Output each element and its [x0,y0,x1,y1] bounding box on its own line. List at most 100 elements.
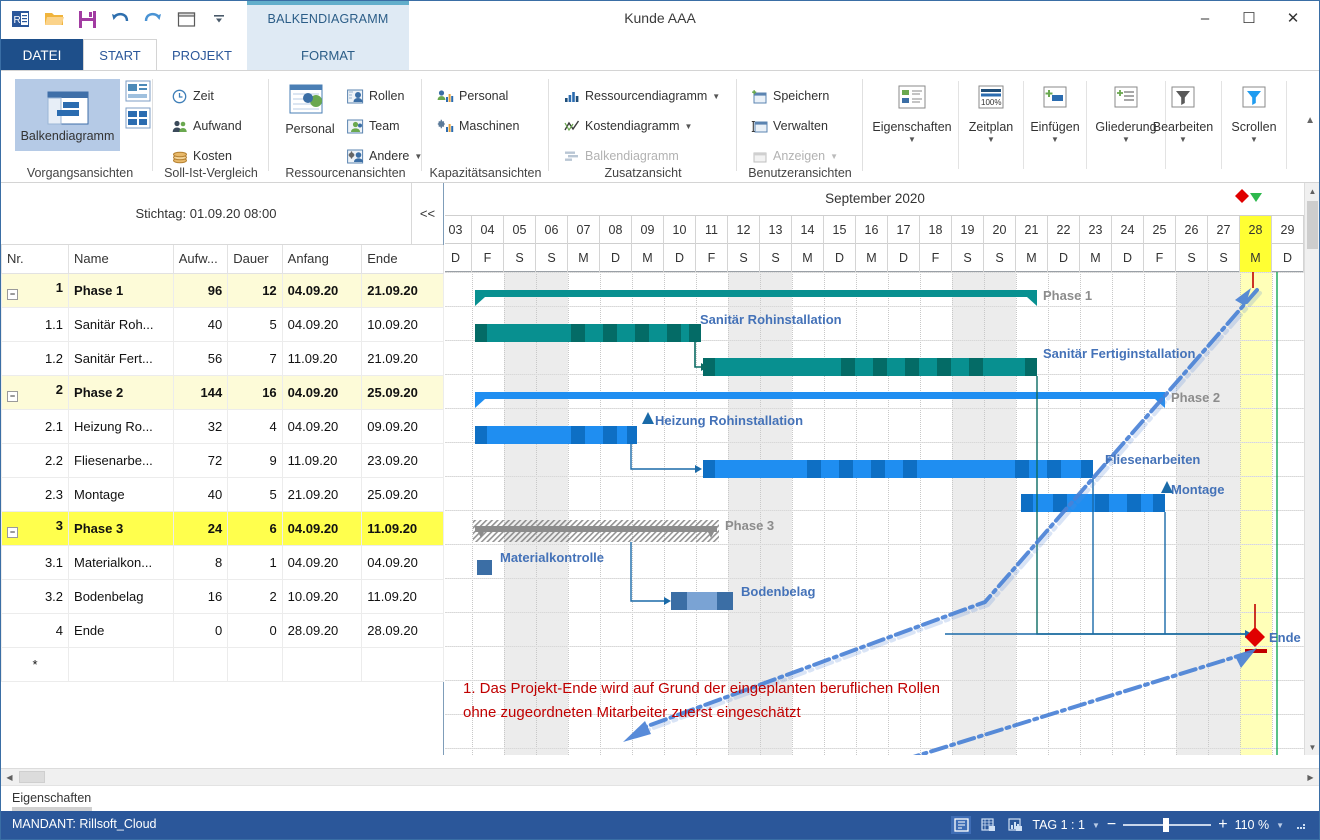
team-button[interactable]: Team [347,115,400,137]
cell-nr[interactable]: −1 [1,272,70,308]
view-preset-1-button[interactable] [125,80,151,105]
cell-anfang[interactable]: 04.09.20 [281,544,363,580]
day-header-cell[interactable]: 12 [728,216,760,244]
cell-aufwand[interactable]: 144 [172,374,229,410]
cell-nr[interactable]: 2.2 [1,442,70,478]
task-bar-materialkontrolle[interactable] [477,560,492,575]
balkendiagramm-button[interactable]: Balkendiagramm [15,79,120,151]
cell-name[interactable]: Bodenbelag [68,578,174,614]
view-mode-table-icon[interactable] [978,816,998,834]
cell-ende[interactable]: 23.09.20 [361,442,444,478]
table-row[interactable]: −2 Phase 2 144 16 04.09.20 25.09.20 [1,374,444,410]
day-header-cell[interactable]: 08 [600,216,632,244]
day-header-cell[interactable]: 27 [1208,216,1240,244]
view-preset-2-button[interactable] [125,107,151,132]
task-bar-fliesenarbeiten[interactable] [703,460,1093,478]
task-bar-heizung-rohinstallation[interactable] [475,426,637,444]
day-header-cell[interactable]: 19 [952,216,984,244]
cell-dauer[interactable] [227,646,283,682]
ressourcendiagramm-button[interactable]: Ressourcendiagramm ▼ [563,85,720,107]
cell-anfang[interactable]: 28.09.20 [281,612,363,648]
table-row[interactable]: 2.3 Montage 40 5 21.09.20 25.09.20 [1,476,444,512]
cell-dauer[interactable]: 0 [227,612,283,648]
horizontal-scroll-thumb[interactable] [19,771,45,783]
day-header-cell[interactable]: 21 [1016,216,1048,244]
zoom-in-button[interactable]: + [1218,816,1227,834]
scroll-right-icon[interactable]: ▶ [1302,769,1319,785]
undo-icon[interactable] [108,7,132,31]
cell-nr[interactable]: * [1,646,70,682]
bearbeiten-button[interactable]: Bearbeiten ▼ [1145,79,1221,144]
cell-aufwand[interactable]: 96 [172,272,229,308]
vertical-scrollbar[interactable]: ▲ ▼ [1304,183,1319,755]
kapazitaet-personal-button[interactable]: Personal [437,85,508,107]
qat-more-icon[interactable] [207,7,231,31]
cell-name[interactable]: Sanitär Roh... [68,306,174,342]
einfuegen-button[interactable]: Einfügen ▼ [1024,79,1086,144]
chevron-down-icon[interactable]: ▼ [1051,135,1059,144]
day-header-cell[interactable]: 03 [445,216,472,244]
cell-aufwand[interactable]: 24 [172,510,229,546]
cell-ende[interactable]: 10.09.20 [361,306,444,342]
cell-nr[interactable]: −3 [1,510,70,546]
cell-aufwand[interactable]: 16 [172,578,229,614]
kostendiagramm-button[interactable]: Kostendiagramm ▼ [563,115,692,137]
cell-dauer[interactable]: 9 [227,442,283,478]
vertical-scroll-thumb[interactable] [1307,201,1318,249]
cell-anfang[interactable]: 04.09.20 [281,272,363,308]
day-header-cell[interactable]: 06 [536,216,568,244]
cell-dauer[interactable]: 5 [227,476,283,512]
day-header-cell[interactable]: 09 [632,216,664,244]
horizontal-scrollbar[interactable]: ◀ ▶ [1,768,1319,785]
cell-name[interactable] [68,646,174,682]
cell-dauer[interactable]: 7 [227,340,283,376]
day-header-cell[interactable]: 10 [664,216,696,244]
column-header-aufwand[interactable]: Aufw... [172,245,229,274]
eigenschaften-button[interactable]: Eigenschaften ▼ [866,79,958,144]
summary-bar-phase-1[interactable] [475,290,1037,306]
day-header-cell[interactable]: 17 [888,216,920,244]
cell-name[interactable]: Phase 3 [68,510,174,546]
table-row[interactable]: 3.2 Bodenbelag 16 2 10.09.20 11.09.20 [1,578,444,614]
cell-anfang[interactable]: 11.09.20 [281,340,363,376]
summary-bar-phase-2[interactable] [475,392,1165,408]
cell-aufwand[interactable]: 56 [172,340,229,376]
tab-format[interactable]: FORMAT [247,39,409,71]
cell-name[interactable]: Heizung Ro... [68,408,174,444]
properties-tab-bar[interactable]: Eigenschaften [1,785,1319,811]
cell-anfang[interactable]: 04.09.20 [281,374,363,410]
tab-datei[interactable]: DATEI [1,39,83,71]
view-mode-chart-icon[interactable] [1005,816,1025,834]
cell-dauer[interactable]: 2 [227,578,283,614]
cell-dauer[interactable]: 4 [227,408,283,444]
cell-dauer[interactable]: 16 [227,374,283,410]
open-icon[interactable] [42,7,66,31]
quick-access-toolbar[interactable]: R [9,7,231,31]
cell-ende[interactable] [361,646,444,682]
cell-anfang[interactable]: 21.09.20 [281,476,363,512]
chevron-down-icon[interactable]: ▼ [1122,135,1130,144]
day-header-cell[interactable]: 04 [472,216,504,244]
cell-nr[interactable]: 1.1 [1,306,70,342]
cell-ende[interactable]: 11.09.20 [361,510,444,546]
chevron-down-icon[interactable]: ▼ [1250,135,1258,144]
table-row[interactable]: 3.1 Materialkon... 8 1 04.09.20 04.09.20 [1,544,444,580]
table-row[interactable]: 4 Ende 0 0 28.09.20 28.09.20 [1,612,444,648]
day-header-cell[interactable]: 16 [856,216,888,244]
zoom-dropdown-icon[interactable]: ▼ [1276,821,1284,830]
zoom-slider-knob[interactable] [1163,818,1170,832]
row-expander-icon[interactable]: − [7,391,18,402]
cell-nr[interactable]: 3.1 [1,544,70,580]
cell-dauer[interactable]: 6 [227,510,283,546]
scroll-up-icon[interactable]: ▲ [1305,183,1319,199]
window-icon[interactable] [174,7,198,31]
table-row[interactable]: −3 Phase 3 24 6 04.09.20 11.09.20 [1,510,444,546]
day-header-cell[interactable]: 05 [504,216,536,244]
table-row[interactable]: 2.1 Heizung Ro... 32 4 04.09.20 09.09.20 [1,408,444,444]
cell-aufwand[interactable]: 0 [172,612,229,648]
cell-ende[interactable]: 25.09.20 [361,374,444,410]
cell-name[interactable]: Sanitär Fert... [68,340,174,376]
gantt-chart-pane[interactable]: September 2020 03 04 05 06 07 08 09 10 11 12 13 14 1… [445,183,1305,755]
tab-projekt[interactable]: PROJEKT [157,39,247,71]
cell-ende[interactable]: 25.09.20 [361,476,444,512]
